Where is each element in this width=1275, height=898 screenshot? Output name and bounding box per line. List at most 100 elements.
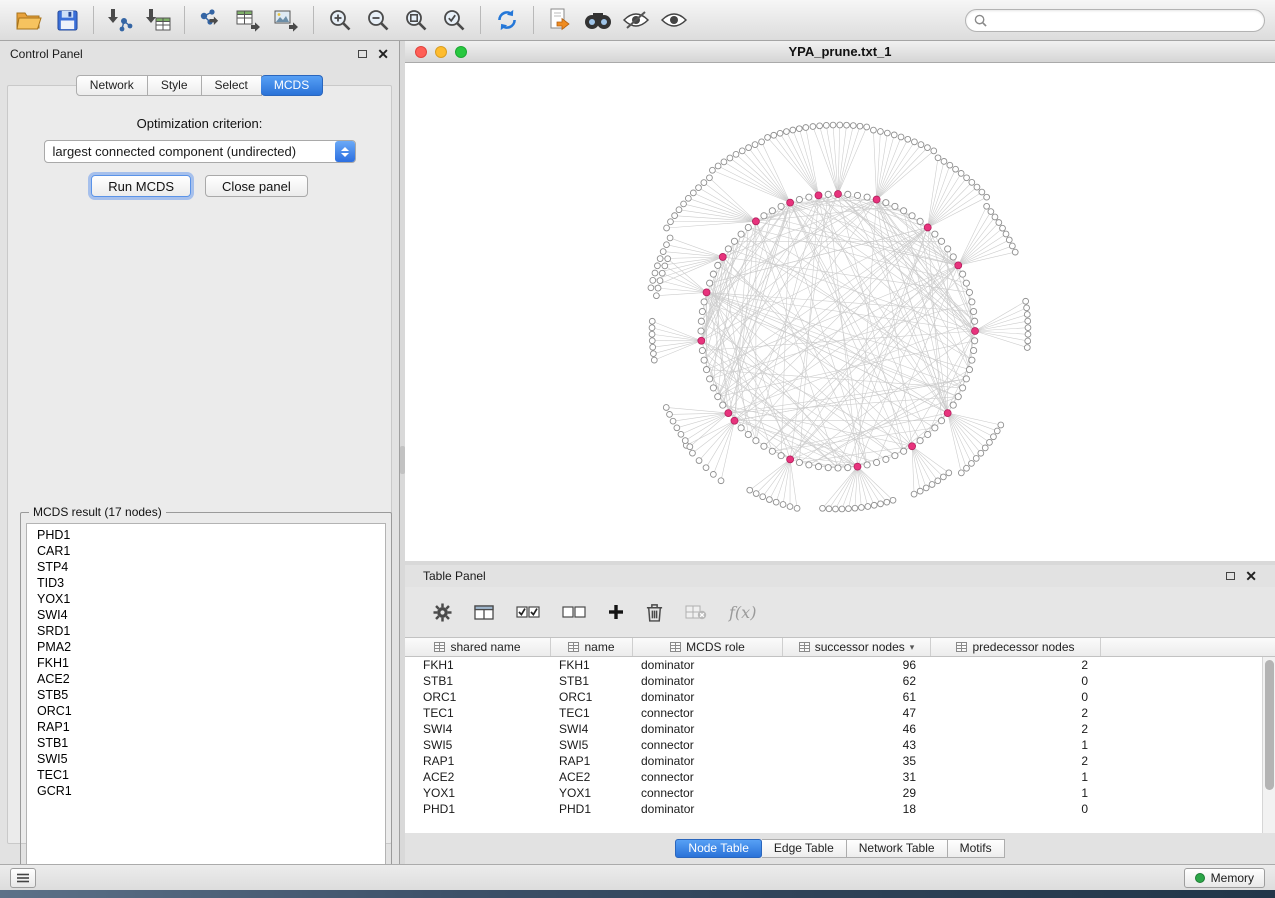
mcds-result-item[interactable]: STB5 [27,687,385,703]
table-row[interactable]: ORC1ORC1dominator610 [405,689,1275,705]
mcds-result-item[interactable]: SRD1 [27,623,385,639]
table-row[interactable]: ACE2ACE2connector311 [405,769,1275,785]
float-panel-icon[interactable] [358,50,367,58]
table-cell: dominator [633,690,783,704]
run-mcds-button[interactable]: Run MCDS [91,175,191,197]
table-cell: ORC1 [551,690,633,704]
minimize-window-icon[interactable] [435,46,447,58]
column-type-icon [568,642,579,652]
table-row[interactable]: PHD1PHD1dominator180 [405,801,1275,817]
mcds-result-item[interactable]: STB1 [27,735,385,751]
table-row[interactable]: FKH1FKH1dominator962 [405,657,1275,673]
mcds-result-item[interactable]: YOX1 [27,591,385,607]
mcds-result-item[interactable]: FKH1 [27,655,385,671]
table-row[interactable]: TEC1TEC1connector472 [405,705,1275,721]
column-header-predecessor-nodes[interactable]: predecessor nodes [931,638,1101,656]
memory-status-icon [1195,873,1205,883]
mcds-result-item[interactable]: ACE2 [27,671,385,687]
tab-select[interactable]: Select [202,75,262,96]
table-row[interactable]: YOX1YOX1connector291 [405,785,1275,801]
scrollbar-thumb[interactable] [1265,660,1274,790]
table-cell: PHD1 [405,802,551,816]
close-panel-icon[interactable]: ✕ [1245,569,1257,583]
import-table-button[interactable] [139,3,177,37]
save-session-button[interactable] [48,3,86,37]
zoom-fit-button[interactable] [397,3,435,37]
network-graph[interactable] [405,63,1275,561]
mcds-result-item[interactable]: TEC1 [27,767,385,783]
mcds-result-item[interactable]: TID3 [27,575,385,591]
select-all-button[interactable] [516,597,540,627]
toolbar-search [965,9,1265,32]
hide-annotations-button[interactable] [617,3,655,37]
table-settings-button[interactable] [433,597,452,627]
column-header-successor-nodes[interactable]: successor nodes ▾ [783,638,931,656]
zoom-out-button[interactable] [359,3,397,37]
refresh-button[interactable] [488,3,526,37]
table-cell: connector [633,738,783,752]
table-row[interactable]: SWI4SWI4dominator462 [405,721,1275,737]
table-cell: 2 [931,658,1101,672]
close-panel-button[interactable]: Close panel [205,175,308,197]
zoom-selected-button[interactable] [435,3,473,37]
table-cell: dominator [633,674,783,688]
float-panel-icon[interactable] [1226,572,1235,580]
mcds-result-group: MCDS result (17 nodes) PHD1CAR1STP4TID3Y… [20,512,392,883]
mcds-result-item[interactable]: PMA2 [27,639,385,655]
column-header-shared-name[interactable]: shared name [405,638,551,656]
add-column-button[interactable] [608,597,624,627]
mcds-result-item[interactable]: RAP1 [27,719,385,735]
close-panel-icon[interactable]: ✕ [377,47,389,61]
zoom-in-icon [328,8,352,32]
mcds-result-item[interactable]: SWI4 [27,607,385,623]
optimization-criterion-label: Optimization criterion: [8,116,391,131]
table-row[interactable]: STB1STB1dominator620 [405,673,1275,689]
network-window-titlebar[interactable]: YPA_prune.txt_1 [405,41,1275,63]
table-row[interactable]: SWI5SWI5connector431 [405,737,1275,753]
window-controls [415,46,467,58]
memory-button[interactable]: Memory [1184,868,1265,888]
tab-node-table[interactable]: Node Table [675,839,762,858]
maximize-window-icon[interactable] [455,46,467,58]
deselect-all-button[interactable] [562,597,586,627]
column-label: successor nodes [815,640,905,654]
sort-indicator-icon[interactable]: ▾ [910,642,915,653]
task-menu-button[interactable] [10,868,36,888]
table-cell: 0 [931,690,1101,704]
optimization-criterion-select[interactable]: largest connected component (undirected) [44,140,356,163]
export-table-button[interactable] [230,3,268,37]
delete-column-button[interactable] [646,597,663,627]
export-network-button[interactable] [192,3,230,37]
tab-edge-table[interactable]: Edge Table [762,839,847,858]
table-panel: Table Panel ✕ [405,565,1275,864]
column-header-name[interactable]: name [551,638,633,656]
table-row[interactable]: RAP1RAP1dominator352 [405,753,1275,769]
table-cell: TEC1 [551,706,633,720]
share-document-button[interactable] [541,3,579,37]
search-input[interactable] [987,13,1256,27]
mcds-result-item[interactable]: CAR1 [27,543,385,559]
mcds-result-item[interactable]: SWI5 [27,751,385,767]
zoom-in-button[interactable] [321,3,359,37]
column-header-mcds-role[interactable]: MCDS role [633,638,783,656]
tab-style[interactable]: Style [148,75,202,96]
mcds-result-item[interactable]: PHD1 [27,527,385,543]
close-window-icon[interactable] [415,46,427,58]
tab-network-table[interactable]: Network Table [847,839,948,858]
show-columns-button[interactable] [474,597,494,627]
mcds-result-item[interactable]: STP4 [27,559,385,575]
columns-icon [474,605,494,620]
tab-network[interactable]: Network [76,75,148,96]
mcds-result-item[interactable]: ORC1 [27,703,385,719]
show-annotations-button[interactable] [655,3,693,37]
tab-motifs[interactable]: Motifs [948,839,1005,858]
export-image-button[interactable] [268,3,306,37]
table-scrollbar[interactable] [1262,657,1275,833]
import-network-button[interactable] [101,3,139,37]
network-view[interactable] [405,63,1275,561]
table-cell: connector [633,706,783,720]
tab-mcds[interactable]: MCDS [261,75,323,96]
mcds-result-item[interactable]: GCR1 [27,783,385,799]
search-network-button[interactable] [579,3,617,37]
open-session-button[interactable] [10,3,48,37]
